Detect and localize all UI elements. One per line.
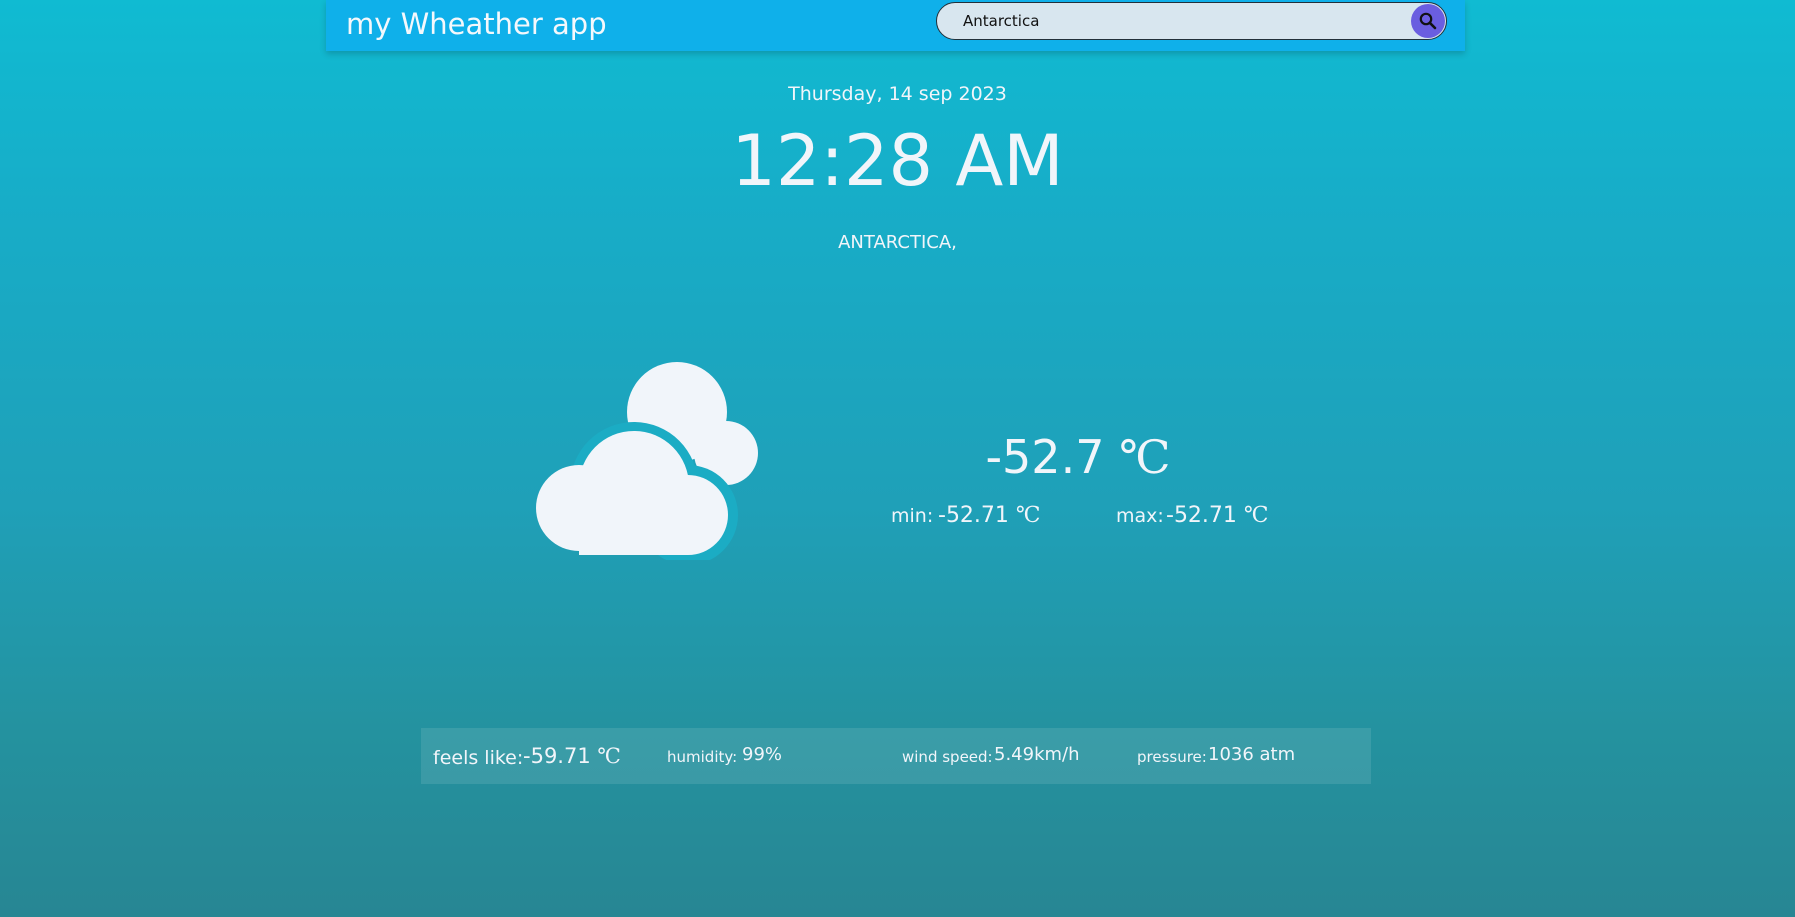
feels-like-label: feels like:	[433, 747, 524, 769]
temperature-value: -52.7	[985, 430, 1105, 484]
search-button[interactable]	[1411, 4, 1445, 38]
app-title: my Wheather app	[346, 7, 607, 41]
pressure-value: 1036 atm	[1208, 744, 1296, 765]
pressure-label: pressure:	[1137, 748, 1207, 766]
wind-speed-value: 5.49km/h	[994, 744, 1080, 765]
search-input[interactable]	[963, 3, 1383, 39]
min-value: -52.71	[938, 503, 1009, 528]
max-unit: ℃	[1243, 503, 1269, 528]
min-temperature: -52.71 ℃	[938, 502, 1041, 530]
feels-like-value: -59.71 ℃	[523, 744, 621, 768]
wind-speed-label: wind speed:	[902, 748, 993, 766]
max-temperature: -52.71 ℃	[1166, 502, 1269, 530]
app-header: my Wheather app	[326, 0, 1465, 51]
humidity-label: humidity:	[667, 748, 738, 766]
humidity-value: 99%	[742, 744, 783, 765]
feels-like-unit: ℃	[597, 744, 621, 768]
location-name: ANTARCTICA,	[838, 232, 957, 253]
feels-like-number: -59.71	[523, 744, 591, 768]
weather-details-bar: feels like: -59.71 ℃ humidity: 99% wind …	[421, 728, 1371, 784]
min-unit: ℃	[1015, 503, 1041, 528]
min-label: min:	[891, 505, 934, 527]
max-value: -52.71	[1166, 503, 1237, 528]
search-box	[936, 2, 1447, 40]
clouds-icon	[536, 362, 758, 560]
max-label: max:	[1116, 505, 1164, 527]
search-icon	[1419, 12, 1437, 30]
current-date: Thursday, 14 sep 2023	[788, 83, 1007, 105]
temperature-unit: ℃	[1119, 430, 1171, 484]
current-time: 12:28 AM	[731, 120, 1064, 202]
current-temperature: -52.7 ℃	[978, 428, 1178, 486]
